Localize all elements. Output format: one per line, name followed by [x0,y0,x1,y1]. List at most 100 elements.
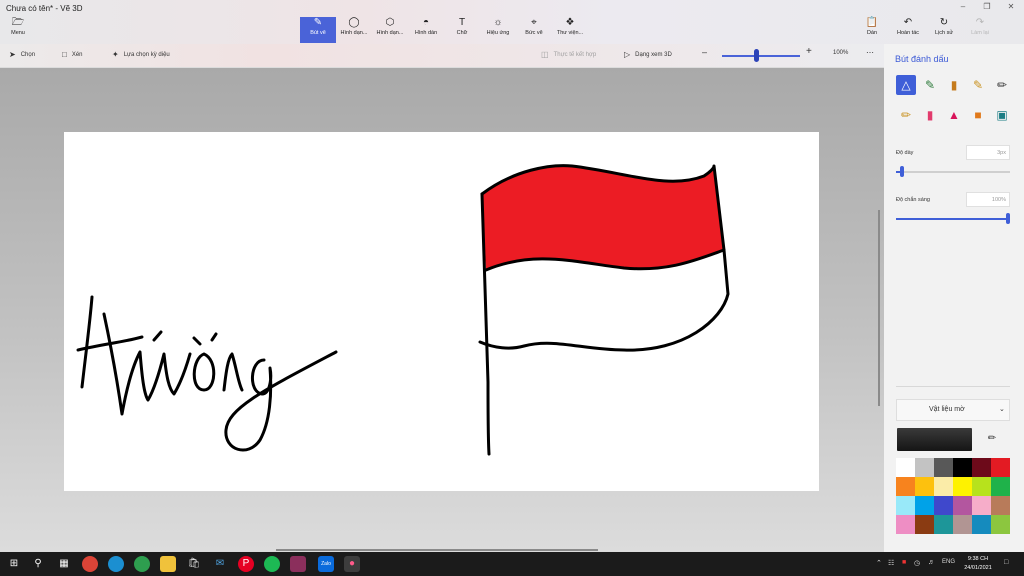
mail-icon[interactable]: ✉ [212,556,228,572]
color-swatch[interactable] [896,458,915,477]
crayon-icon[interactable]: ▲ [944,105,964,125]
redo-button[interactable]: ↷ Làm lại [962,17,998,43]
color-swatch[interactable] [896,515,915,534]
select-button[interactable]: ➤ Chọn [9,50,35,59]
zoom-slider-thumb[interactable] [754,49,759,62]
pencil-icon[interactable]: ✏ [896,105,916,125]
vertical-scrollbar[interactable] [878,210,880,406]
mixed-reality-button[interactable]: ◫ Thực tế kết hợp [541,50,596,59]
tray-network-icon[interactable]: ☷ [888,559,894,567]
marker-icon[interactable]: △ [896,75,916,95]
color-swatch[interactable] [896,477,915,496]
color-swatch[interactable] [934,458,953,477]
color-swatch[interactable] [991,477,1010,496]
material-label: Vật liệu mờ [929,406,965,413]
color-swatch[interactable] [991,496,1010,515]
horizontal-scrollbar[interactable] [276,549,598,551]
current-color-swatch[interactable] [897,428,972,451]
color-swatch[interactable] [972,515,991,534]
minimize-button[interactable]: – [952,2,974,11]
thickness-slider-thumb[interactable] [900,166,904,177]
tray-app-icon[interactable]: ■ [902,559,906,566]
menu-button[interactable]: 🗁 Menu [0,17,36,43]
close-button[interactable]: ✕ [1000,2,1022,11]
color-swatch[interactable] [915,496,934,515]
color-swatch[interactable] [991,458,1010,477]
paste-button[interactable]: 📋 Dán [854,17,890,43]
opacity-slider-thumb[interactable] [1006,213,1010,224]
winrar-icon[interactable] [290,556,306,572]
color-swatch[interactable] [934,515,953,534]
color-swatch[interactable] [953,496,972,515]
color-swatch[interactable] [915,458,934,477]
opacity-value-input[interactable]: 100% [966,192,1010,207]
watercolor-icon[interactable]: ✎ [968,75,988,95]
tool-effects[interactable]: ☼ Hiệu ứng [480,17,516,43]
tool-3d-shapes[interactable]: ⬡ Hình dạn... [372,17,408,43]
edge-icon[interactable] [108,556,124,572]
tray-wifi-icon[interactable]: ◷ [914,559,920,567]
color-swatch[interactable] [934,496,953,515]
color-swatch[interactable] [896,496,915,515]
drawing-canvas[interactable] [64,132,819,491]
fill-icon[interactable]: ▣ [992,105,1012,125]
tool-2d-shapes[interactable]: ◯ Hình dạn... [336,17,372,43]
material-dropdown[interactable]: Vật liệu mờ ⌄ [896,399,1010,421]
tool-brushes[interactable]: ✎ Bút vẽ [300,17,336,43]
eraser-icon[interactable]: ▮ [920,105,940,125]
notifications-icon[interactable]: □ [1004,559,1008,566]
color-swatch[interactable] [953,458,972,477]
stickers-icon: ◓ [422,17,430,28]
tool-stickers[interactable]: ◓ Hình dán [408,17,444,43]
color-swatch[interactable] [934,477,953,496]
clock[interactable]: 9:38 CH 24/01/2021 [959,555,997,573]
browser-icon[interactable] [134,556,150,572]
eyedropper-icon[interactable]: ✏ [982,429,1002,449]
taskbar: ⊞ ⚲ ▦ 🛍 ✉ P Zalo ● ⌃ ☷ ■ ◷ ♬ ENG 9:38 CH… [0,552,1024,576]
tray-chevron-icon[interactable]: ⌃ [876,559,882,567]
windows-start-icon[interactable]: ⊞ [6,556,22,572]
spraycan-icon[interactable]: ■ [968,105,988,125]
undo-button[interactable]: ↶ Hoàn tác [890,17,926,43]
color-swatch[interactable] [953,477,972,496]
magic-select-button[interactable]: ✦ Lựa chọn kỳ diệu [112,50,170,59]
color-swatch[interactable] [972,458,991,477]
oil-brush-icon[interactable]: ▮ [944,75,964,95]
search-icon[interactable]: ⚲ [30,556,46,572]
color-swatch[interactable] [972,496,991,515]
tool-canvas[interactable]: ⌖ Bức vẽ [516,17,552,43]
task-view-icon[interactable]: ▦ [56,556,72,572]
color-swatch[interactable] [991,515,1010,534]
chevron-down-icon: ⌄ [999,406,1005,413]
folder-icon: 🗁 [11,17,25,28]
color-swatch[interactable] [972,477,991,496]
zoom-out-button[interactable]: – [702,47,707,57]
file-explorer-icon[interactable] [160,556,176,572]
chrome-icon[interactable] [82,556,98,572]
more-options-button[interactable]: ⋯ [866,48,874,57]
crop-button[interactable]: □ Xén [62,50,83,59]
color-swatch[interactable] [953,515,972,534]
pixel-pen-icon[interactable]: ✏ [992,75,1012,95]
tool-text[interactable]: T Chữ [444,17,480,43]
view-3d-button[interactable]: ▷ Dạng xem 3D [624,50,672,59]
zalo-icon[interactable]: Zalo [318,556,334,572]
history-button[interactable]: ↻ Lịch sử [926,17,962,43]
paint3d-icon[interactable]: ● [344,556,360,572]
zoom-in-button[interactable]: + [806,46,812,57]
canvas-icon: ⌖ [531,17,537,28]
zoom-slider[interactable] [722,55,800,57]
tool-3d-library[interactable]: ❖ Thư viện... [552,17,588,43]
thickness-slider[interactable] [896,171,1010,173]
spotify-icon[interactable] [264,556,280,572]
language-indicator[interactable]: ENG [942,559,955,565]
color-swatch[interactable] [915,515,934,534]
tray-volume-icon[interactable]: ♬ [928,559,935,566]
zoom-level: 100% [833,50,849,56]
store-icon[interactable]: 🛍 [186,556,202,572]
thickness-value-input[interactable]: 3px [966,145,1010,160]
color-swatch[interactable] [915,477,934,496]
calligraphy-pen-icon[interactable]: ✎ [920,75,940,95]
maximize-button[interactable]: ❐ [976,2,998,11]
pinterest-icon[interactable]: P [238,556,254,572]
